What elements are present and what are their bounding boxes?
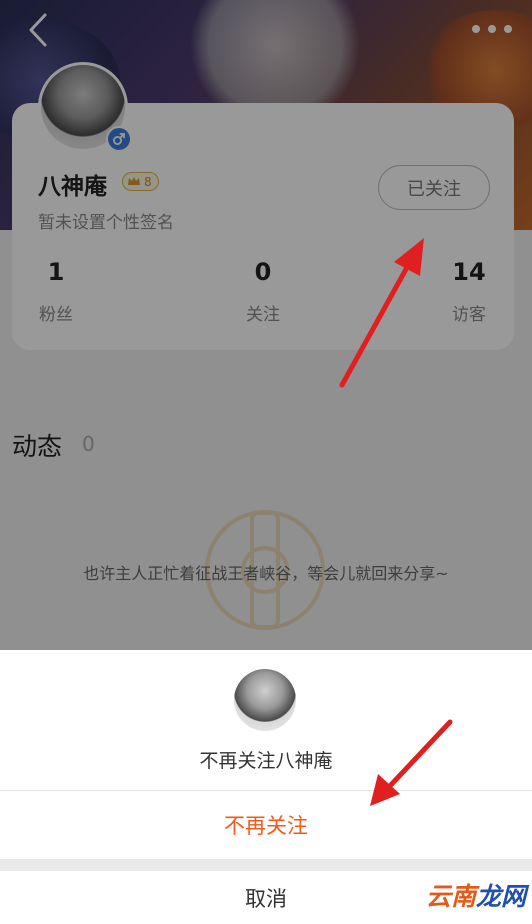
watermark-logo: 云南 龙网 (426, 876, 526, 914)
watermark-part2: 龙网 (475, 882, 526, 911)
watermark-part1: 云南 (425, 882, 476, 911)
unfollow-button[interactable]: 不再关注 (0, 791, 532, 859)
divider (0, 859, 532, 871)
modal-backdrop[interactable] (0, 0, 532, 650)
sheet-avatar (234, 669, 296, 731)
sheet-title: 不再关注八神庵 (199, 750, 333, 772)
